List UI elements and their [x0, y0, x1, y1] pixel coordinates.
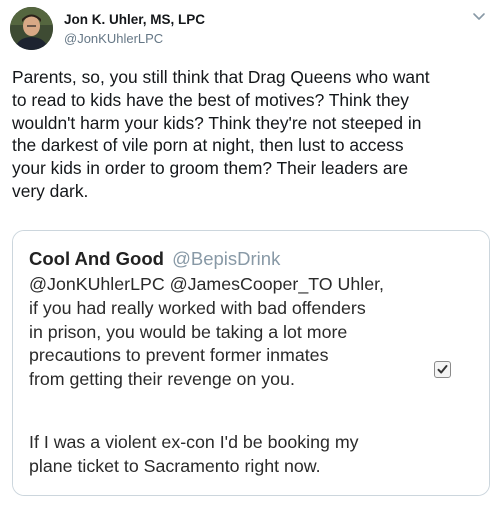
tweet-text: Parents, so, you still think that Drag Q…: [12, 67, 430, 201]
author-handle[interactable]: @JonKUhlerLPC: [64, 31, 163, 46]
quoted-tweet-text: @JonKUhlerLPC @JamesCooper_TO Uhler, if …: [29, 274, 384, 390]
chevron-down-icon[interactable]: [470, 10, 488, 24]
quoted-tweet-text-continued: If I was a violent ex-con I'd be booking…: [29, 432, 359, 476]
checkbox-checked-icon: [434, 361, 451, 378]
author-name[interactable]: Jon K. Uhler, MS, LPC: [64, 12, 205, 27]
tweet: Jon K. Uhler, MS, LPC @JonKUhlerLPC Pare…: [0, 0, 501, 506]
author-avatar[interactable]: [10, 7, 53, 50]
quoted-tweet-screenshot: Cool And Good @BepisDrink @JonKUhlerLPC …: [13, 231, 489, 495]
quoted-author-name: Cool And Good: [29, 248, 164, 269]
quoted-author-handle: @BepisDrink: [172, 248, 281, 269]
attached-image-card[interactable]: Cool And Good @BepisDrink @JonKUhlerLPC …: [12, 230, 490, 496]
avatar-photo: [10, 7, 53, 50]
quoted-author: Cool And Good @BepisDrink: [29, 248, 280, 270]
